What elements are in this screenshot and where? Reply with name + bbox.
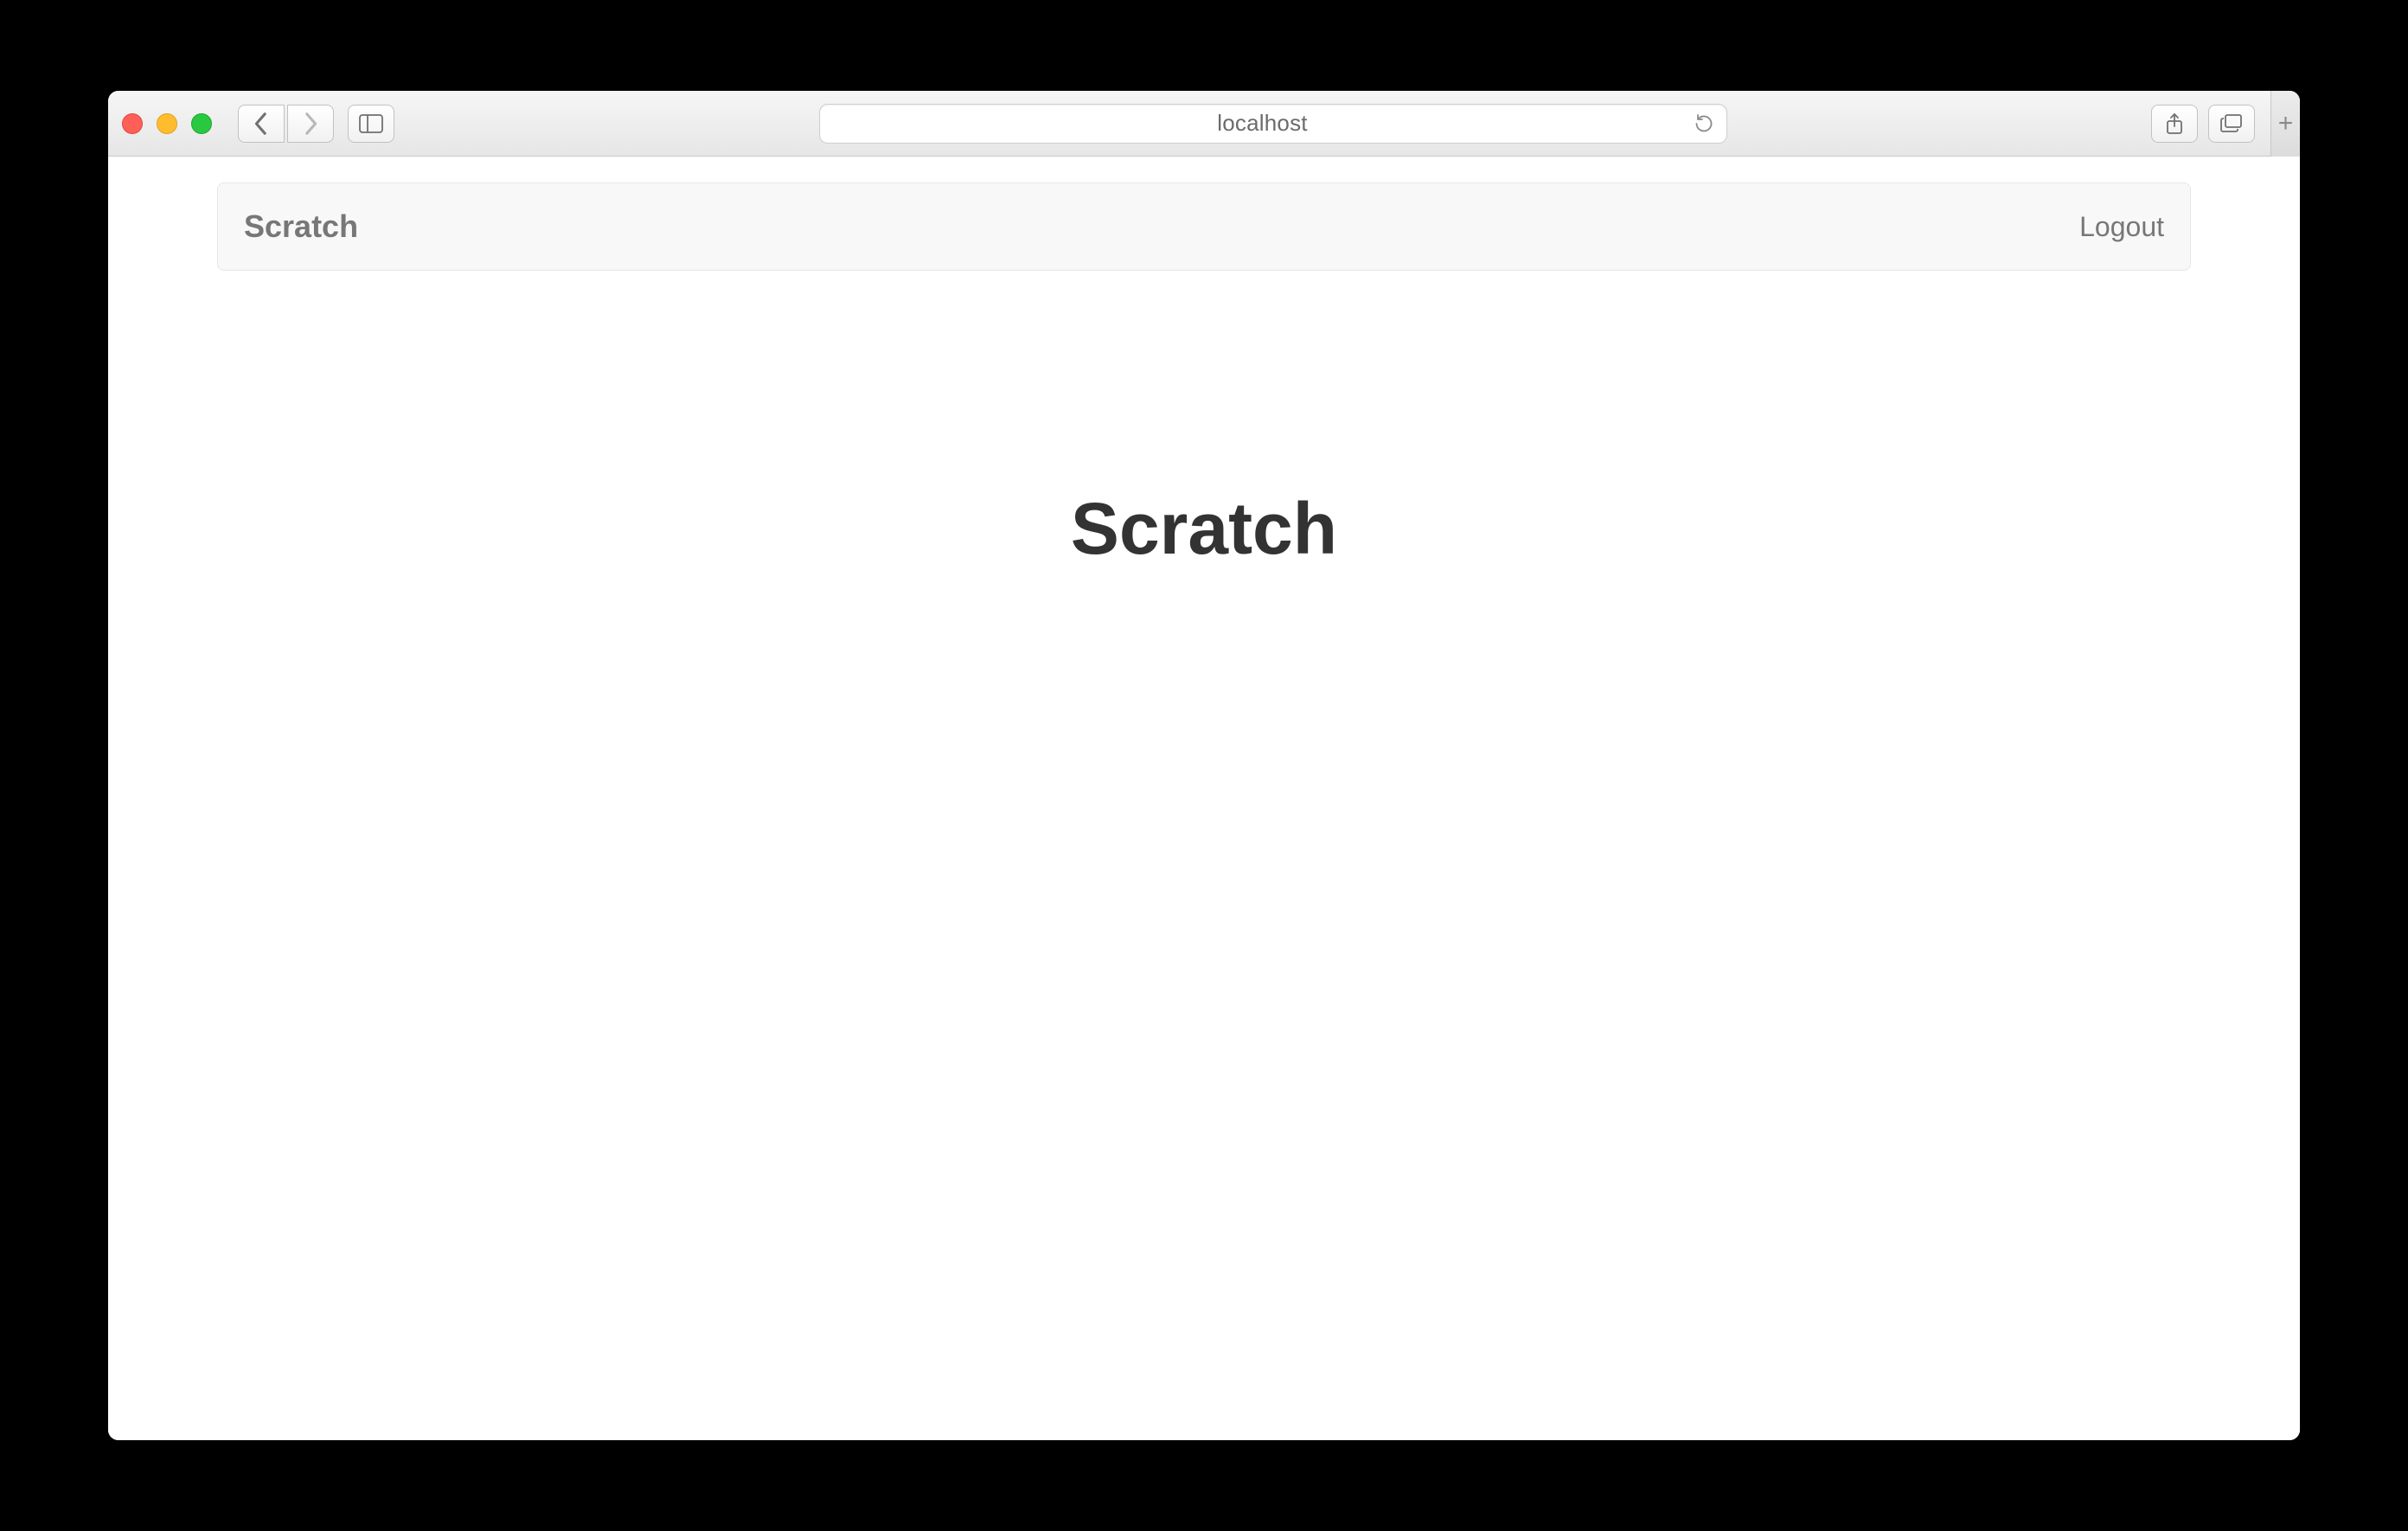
browser-toolbar: localhost xyxy=(108,91,2300,157)
hero-section: Scratch xyxy=(217,271,2191,571)
sidebar-toggle-button[interactable] xyxy=(348,105,394,143)
browser-window: localhost xyxy=(108,91,2300,1440)
brand-link[interactable]: Scratch xyxy=(244,208,358,245)
window-controls xyxy=(122,113,212,134)
window-zoom-button[interactable] xyxy=(191,113,212,134)
new-tab-button[interactable]: + xyxy=(2270,91,2300,157)
page-title: Scratch xyxy=(217,487,2191,571)
share-icon xyxy=(2165,112,2184,135)
window-close-button[interactable] xyxy=(122,113,143,134)
address-bar-container: localhost xyxy=(408,104,2137,144)
chevron-right-icon xyxy=(302,112,319,136)
logout-link[interactable]: Logout xyxy=(2079,211,2164,243)
nav-button-group xyxy=(238,105,334,143)
reload-icon xyxy=(1694,113,1714,134)
tabs-button[interactable] xyxy=(2208,105,2255,143)
sidebar-icon xyxy=(359,114,383,133)
address-bar[interactable]: localhost xyxy=(819,104,1727,144)
address-bar-text: localhost xyxy=(832,110,1694,137)
chevron-left-icon xyxy=(253,112,270,136)
reload-button[interactable] xyxy=(1694,113,1714,134)
plus-icon: + xyxy=(2278,109,2294,138)
share-button[interactable] xyxy=(2151,105,2198,143)
app-navbar: Scratch Logout xyxy=(217,183,2191,271)
forward-button[interactable] xyxy=(287,105,334,143)
toolbar-right-group: + xyxy=(2151,91,2286,157)
page-content: Scratch Logout Scratch xyxy=(108,157,2300,1440)
window-minimize-button[interactable] xyxy=(157,113,177,134)
back-button[interactable] xyxy=(238,105,285,143)
tabs-icon xyxy=(2220,114,2243,133)
